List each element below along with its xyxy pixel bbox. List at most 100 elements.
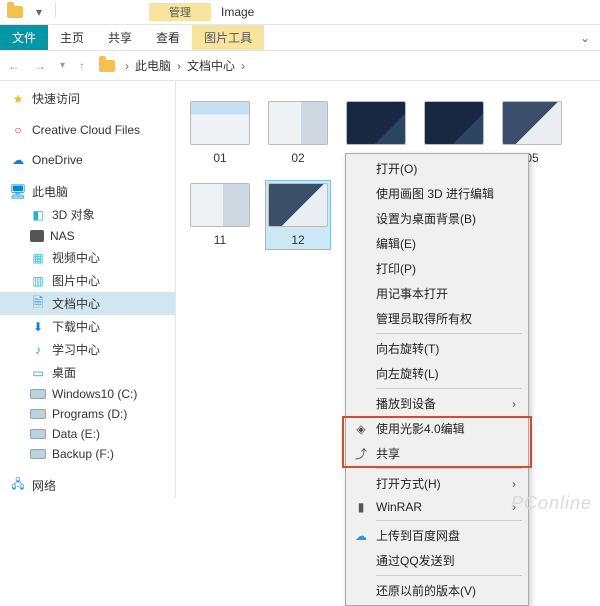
sidebar-onedrive[interactable]: ☁OneDrive bbox=[0, 150, 175, 170]
sidebar-drive-c[interactable]: Windows10 (C:) bbox=[0, 384, 175, 404]
chevron-right-icon: › bbox=[512, 477, 516, 491]
contextual-tab-group: 管理 bbox=[149, 3, 211, 21]
menu-separator bbox=[376, 333, 522, 334]
sidebar-3d-objects[interactable]: ◧3D 对象 bbox=[0, 203, 175, 226]
sidebar-family-pc[interactable]: 🖥FAMILY-PC1 bbox=[0, 497, 175, 498]
window-title: Image bbox=[221, 5, 254, 19]
image-preview-icon bbox=[346, 101, 406, 145]
sidebar-drive-f[interactable]: Backup (F:) bbox=[0, 444, 175, 464]
menu-share[interactable]: ⤴共享 bbox=[348, 441, 526, 466]
star-icon: ★ bbox=[10, 92, 26, 106]
share-icon: ⤴ bbox=[353, 445, 369, 462]
menu-kuang-edit[interactable]: ◈使用光影4.0编辑 bbox=[348, 416, 526, 441]
drive-icon bbox=[30, 409, 46, 419]
tab-file[interactable]: 文件 bbox=[0, 25, 48, 50]
crumb-docs[interactable]: 文档中心 bbox=[187, 57, 235, 74]
cloud-icon: ☁ bbox=[10, 153, 26, 167]
sidebar-study[interactable]: ♪学习中心 bbox=[0, 338, 175, 361]
sidebar-network[interactable]: 🖧网络 bbox=[0, 474, 175, 497]
menu-rotate-left[interactable]: 向左旋转(L) bbox=[348, 361, 526, 386]
chevron-right-icon: › bbox=[512, 397, 516, 411]
back-button[interactable]: ← bbox=[8, 59, 20, 73]
sidebar-drive-e[interactable]: Data (E:) bbox=[0, 424, 175, 444]
file-thumbnail[interactable]: 02 bbox=[266, 99, 330, 167]
file-thumbnail-selected[interactable]: 12 bbox=[266, 181, 330, 249]
music-icon: ♪ bbox=[30, 343, 46, 357]
image-preview-icon bbox=[502, 101, 562, 145]
history-dropdown-icon[interactable]: ▾ bbox=[60, 60, 65, 71]
image-preview-icon bbox=[190, 183, 250, 227]
menu-open-notepad[interactable]: 用记事本打开 bbox=[348, 281, 526, 306]
title-bar: ▾ 管理 Image bbox=[0, 0, 600, 25]
sidebar-nas[interactable]: NAS bbox=[0, 226, 175, 246]
forward-button: → bbox=[34, 59, 46, 73]
menu-print[interactable]: 打印(P) bbox=[348, 256, 526, 281]
menu-separator bbox=[376, 388, 522, 389]
watermark: PConline bbox=[511, 493, 592, 514]
network-icon: 🖧 bbox=[10, 479, 26, 493]
quick-access-toolbar: ▾ bbox=[4, 3, 59, 21]
menu-separator bbox=[376, 520, 522, 521]
address-bar: ← → ▾ ↑ › 此电脑 › 文档中心 › bbox=[0, 51, 600, 81]
menu-admin-ownership[interactable]: 管理员取得所有权 bbox=[348, 306, 526, 331]
menu-rotate-right[interactable]: 向右旋转(T) bbox=[348, 336, 526, 361]
menu-separator bbox=[376, 468, 522, 469]
file-thumbnail[interactable]: 11 bbox=[188, 181, 252, 249]
breadcrumb[interactable]: › 此电脑 › 文档中心 › bbox=[99, 57, 249, 74]
tab-home[interactable]: 主页 bbox=[48, 25, 96, 50]
tab-view[interactable]: 查看 bbox=[144, 25, 192, 50]
image-preview-icon bbox=[190, 101, 250, 145]
folder-icon bbox=[99, 60, 115, 72]
menu-qq-send[interactable]: 通过QQ发送到 bbox=[348, 548, 526, 573]
menu-restore-previous[interactable]: 还原以前的版本(V) bbox=[348, 578, 526, 603]
menu-cast-to-device[interactable]: 播放到设备› bbox=[348, 391, 526, 416]
menu-edit-paint3d[interactable]: 使用画图 3D 进行编辑 bbox=[348, 181, 526, 206]
cube-icon: ◧ bbox=[30, 208, 46, 222]
sidebar-pictures[interactable]: ▥图片中心 bbox=[0, 269, 175, 292]
context-menu: 打开(O) 使用画图 3D 进行编辑 设置为桌面背景(B) 编辑(E) 打印(P… bbox=[345, 153, 529, 606]
sidebar-documents[interactable]: 🗎文档中心 bbox=[0, 292, 175, 315]
tab-share[interactable]: 共享 bbox=[96, 25, 144, 50]
tab-picture-tools[interactable]: 图片工具 bbox=[192, 25, 264, 50]
drive-icon bbox=[30, 429, 46, 439]
image-preview-icon bbox=[424, 101, 484, 145]
ribbon-tabs: 文件 主页 共享 查看 图片工具 ⌄ bbox=[0, 25, 600, 51]
sidebar-desktop[interactable]: ▭桌面 bbox=[0, 361, 175, 384]
desktop-icon: ▭ bbox=[30, 366, 46, 380]
baidu-icon: ☁ bbox=[353, 529, 369, 543]
creative-cloud-icon: ○ bbox=[10, 123, 26, 137]
menu-open-with[interactable]: 打开方式(H)› bbox=[348, 471, 526, 496]
sidebar-downloads[interactable]: ⬇下载中心 bbox=[0, 315, 175, 338]
image-preview-icon bbox=[268, 101, 328, 145]
sidebar-this-pc[interactable]: 🖥此电脑 bbox=[0, 180, 175, 203]
download-icon: ⬇ bbox=[30, 320, 46, 334]
sidebar-creative-cloud[interactable]: ○Creative Cloud Files bbox=[0, 120, 175, 140]
menu-separator bbox=[376, 575, 522, 576]
qat-dropdown-icon[interactable]: ▾ bbox=[28, 3, 50, 21]
folder-icon[interactable] bbox=[4, 3, 26, 21]
nav-buttons: ← → ▾ ↑ bbox=[8, 59, 85, 73]
sidebar-drive-d[interactable]: Programs (D:) bbox=[0, 404, 175, 424]
pc-icon: 🖥 bbox=[10, 185, 26, 199]
file-thumbnail[interactable]: 01 bbox=[188, 99, 252, 167]
film-icon: ▦ bbox=[30, 251, 46, 265]
sidebar-quick-access[interactable]: ★快速访问 bbox=[0, 87, 175, 110]
crumb-this-pc[interactable]: 此电脑 bbox=[135, 57, 171, 74]
up-button[interactable]: ↑ bbox=[79, 59, 85, 73]
winrar-icon: ▮ bbox=[353, 500, 369, 514]
drive-icon bbox=[30, 389, 46, 399]
navigation-pane: ★快速访问 ○Creative Cloud Files ☁OneDrive 🖥此… bbox=[0, 81, 176, 498]
document-icon: 🗎 bbox=[30, 297, 46, 311]
menu-baidu-upload[interactable]: ☁上传到百度网盘 bbox=[348, 523, 526, 548]
contextual-group-label: 管理 bbox=[149, 3, 211, 21]
menu-edit[interactable]: 编辑(E) bbox=[348, 231, 526, 256]
menu-winrar[interactable]: ▮WinRAR› bbox=[348, 496, 526, 518]
sidebar-videos[interactable]: ▦视频中心 bbox=[0, 246, 175, 269]
nas-icon bbox=[30, 230, 44, 242]
ribbon-expand-icon[interactable]: ⌄ bbox=[570, 25, 600, 50]
image-preview-icon bbox=[268, 183, 328, 227]
picture-icon: ▥ bbox=[30, 274, 46, 288]
app-icon: ◈ bbox=[353, 422, 369, 436]
menu-open[interactable]: 打开(O) bbox=[348, 156, 526, 181]
menu-set-background[interactable]: 设置为桌面背景(B) bbox=[348, 206, 526, 231]
